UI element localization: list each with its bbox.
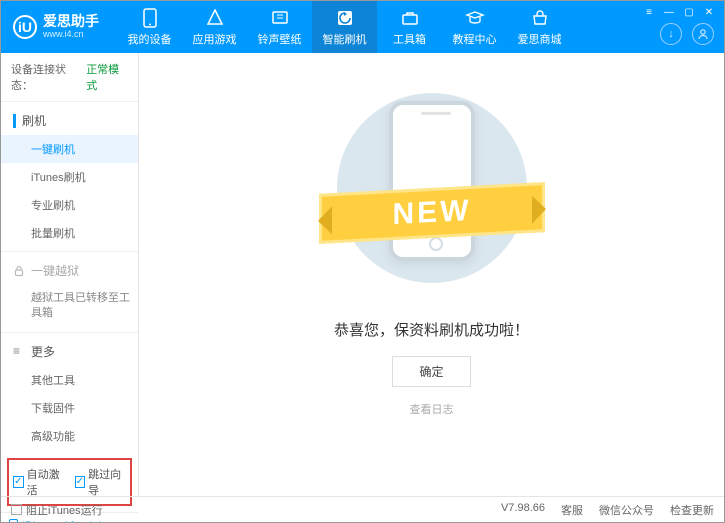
titlebar: iU 爱思助手 www.i4.cn 我的设备 应用游戏 铃声壁纸 智能刷机	[1, 1, 724, 53]
logo-mark-icon: iU	[13, 15, 37, 39]
version-label: V7.98.66	[501, 502, 545, 518]
status-label: 设备连接状态：	[11, 61, 84, 93]
update-link[interactable]: 检查更新	[670, 502, 714, 518]
checkbox-icon: ✓	[13, 476, 24, 488]
checkbox-block-itunes[interactable]: 阻止iTunes运行	[11, 502, 103, 518]
nav-store[interactable]: 爱思商城	[507, 1, 572, 53]
sidebar-item-other[interactable]: 其他工具	[1, 366, 138, 394]
nav-label: 教程中心	[453, 31, 497, 47]
status-value: 正常模式	[86, 61, 128, 93]
list-icon: ≡	[13, 344, 25, 358]
navbar: 我的设备 应用游戏 铃声壁纸 智能刷机 工具箱 教程中心	[117, 1, 572, 53]
nav-label: 应用游戏	[193, 31, 237, 47]
minimize-button[interactable]: —	[660, 5, 678, 19]
sidebar: 设备连接状态： 正常模式 刷机 一键刷机 iTunes刷机 专业刷机 批量刷机 …	[1, 53, 139, 496]
titlebar-actions: ↓	[660, 23, 714, 45]
section-title: 一键越狱	[31, 262, 79, 279]
section-head-more[interactable]: ≡ 更多	[1, 337, 138, 366]
footer-right: V7.98.66 客服 微信公众号 检查更新	[501, 502, 714, 518]
checkbox-label: 阻止iTunes运行	[26, 502, 103, 518]
nav-label: 工具箱	[393, 31, 426, 47]
nav-label: 我的设备	[128, 31, 172, 47]
menu-icon[interactable]: ≡	[640, 5, 658, 19]
sidebar-item-batch[interactable]: 批量刷机	[1, 219, 138, 247]
window-controls: ≡ — ▢ ✕	[640, 5, 718, 19]
wechat-link[interactable]: 微信公众号	[599, 502, 654, 518]
download-button[interactable]: ↓	[660, 23, 682, 45]
section-title: 刷机	[22, 112, 46, 129]
section-more: ≡ 更多 其他工具 下载固件 高级功能	[1, 332, 138, 454]
body: 设备连接状态： 正常模式 刷机 一键刷机 iTunes刷机 专业刷机 批量刷机 …	[1, 53, 724, 496]
account-button[interactable]	[692, 23, 714, 45]
success-illustration: NEW	[317, 83, 547, 293]
nav-label: 智能刷机	[323, 31, 367, 47]
jailbreak-note: 越狱工具已转移至工具箱	[1, 285, 138, 328]
checkbox-icon	[11, 504, 22, 515]
media-icon	[270, 8, 290, 28]
section-head-jailbreak: 一键越狱	[1, 256, 138, 285]
section-head-flash[interactable]: 刷机	[1, 106, 138, 135]
close-button[interactable]: ✕	[700, 5, 718, 19]
nav-tutorials[interactable]: 教程中心	[442, 1, 507, 53]
checkbox-auto-activate[interactable]: ✓ 自动激活	[13, 466, 65, 498]
logo-text: 爱思助手 www.i4.cn	[43, 14, 99, 39]
bar-icon	[13, 114, 16, 128]
lock-icon	[13, 265, 25, 277]
toolbox-icon	[400, 8, 420, 28]
app-window: iU 爱思助手 www.i4.cn 我的设备 应用游戏 铃声壁纸 智能刷机	[0, 0, 725, 523]
app-title: 爱思助手	[43, 14, 99, 29]
nav-label: 铃声壁纸	[258, 31, 302, 47]
checkbox-skip-guide[interactable]: ✓ 跳过向导	[75, 466, 127, 498]
connection-status: 设备连接状态： 正常模式	[1, 53, 138, 101]
maximize-button[interactable]: ▢	[680, 5, 698, 19]
nav-apps[interactable]: 应用游戏	[182, 1, 247, 53]
flash-icon	[335, 8, 355, 28]
section-flash: 刷机 一键刷机 iTunes刷机 专业刷机 批量刷机	[1, 101, 138, 251]
sidebar-item-oneclick[interactable]: 一键刷机	[1, 135, 138, 163]
checkbox-icon: ✓	[75, 476, 86, 488]
nav-toolbox[interactable]: 工具箱	[377, 1, 442, 53]
section-jailbreak: 一键越狱 越狱工具已转移至工具箱	[1, 251, 138, 332]
app-icon	[205, 8, 225, 28]
sidebar-item-firmware[interactable]: 下载固件	[1, 394, 138, 422]
sidebar-item-advanced[interactable]: 高级功能	[1, 422, 138, 450]
nav-my-device[interactable]: 我的设备	[117, 1, 182, 53]
view-log-link[interactable]: 查看日志	[410, 401, 454, 417]
tutorial-icon	[465, 8, 485, 28]
checkbox-label: 跳过向导	[88, 466, 126, 498]
ok-button[interactable]: 确定	[392, 356, 470, 387]
nav-flash[interactable]: 智能刷机	[312, 1, 377, 53]
app-site: www.i4.cn	[43, 30, 99, 40]
sidebar-item-pro[interactable]: 专业刷机	[1, 191, 138, 219]
support-link[interactable]: 客服	[561, 502, 583, 518]
section-title: 更多	[31, 343, 55, 360]
nav-label: 爱思商城	[518, 31, 562, 47]
phone-icon	[140, 8, 160, 28]
nav-ringtones[interactable]: 铃声壁纸	[247, 1, 312, 53]
checkbox-label: 自动激活	[27, 466, 65, 498]
footer: 阻止iTunes运行 V7.98.66 客服 微信公众号 检查更新	[1, 496, 724, 522]
main-panel: NEW 恭喜您，保资料刷机成功啦！ 确定 查看日志	[139, 53, 724, 496]
logo: iU 爱思助手 www.i4.cn	[13, 14, 99, 39]
store-icon	[530, 8, 550, 28]
sidebar-item-itunes[interactable]: iTunes刷机	[1, 163, 138, 191]
success-message: 恭喜您，保资料刷机成功啦！	[334, 319, 529, 340]
